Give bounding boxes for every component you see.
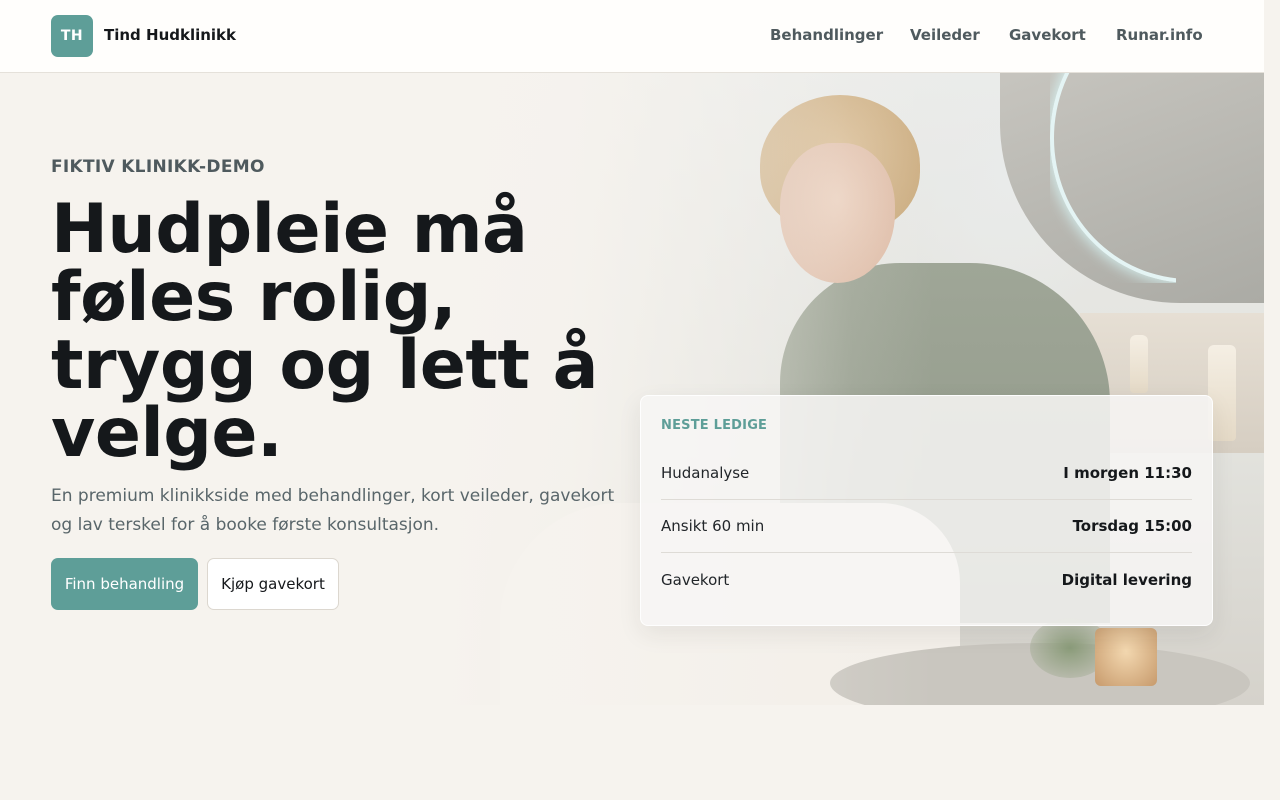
availability-row[interactable]: Gavekort Digital levering — [661, 553, 1192, 606]
row-value: Digital levering — [1061, 570, 1192, 589]
row-value: Torsdag 15:00 — [1072, 517, 1192, 535]
row-label: Hudanalyse — [661, 464, 750, 482]
availability-row[interactable]: Hudanalyse I morgen 11:30 — [661, 447, 1192, 500]
nav-behandlinger[interactable]: Behandlinger — [770, 26, 883, 44]
row-label: Gavekort — [661, 570, 730, 589]
hero-eyebrow: FIKTIV KLINIKK-DEMO — [51, 157, 265, 177]
card-title: NESTE LEDIGE — [661, 418, 768, 433]
nav-runar-info[interactable]: Runar.info — [1116, 26, 1203, 44]
find-treatment-button[interactable]: Finn behandling — [51, 558, 198, 610]
availability-row[interactable]: Ansikt 60 min Torsdag 15:00 — [661, 500, 1192, 553]
next-available-card: NESTE LEDIGE Hudanalyse I morgen 11:30 A… — [640, 395, 1213, 626]
site-header: TH Tind Hudklinikk Behandlinger Veileder… — [0, 0, 1264, 73]
main-nav: Behandlinger Veileder Gavekort Runar.inf… — [0, 26, 1264, 48]
hero-lead: En premium klinikkside med behandlinger,… — [51, 486, 615, 535]
buy-gift-card-button[interactable]: Kjøp gavekort — [207, 558, 339, 610]
availability-list: Hudanalyse I morgen 11:30 Ansikt 60 min … — [661, 447, 1192, 606]
nav-gavekort[interactable]: Gavekort — [1009, 26, 1086, 44]
row-label: Ansikt 60 min — [661, 517, 765, 535]
hero-headline: Hudpleie må føles rolig, trygg og lett å… — [51, 190, 598, 473]
nav-veileder[interactable]: Veileder — [910, 26, 980, 44]
row-value: I morgen 11:30 — [1063, 464, 1192, 482]
